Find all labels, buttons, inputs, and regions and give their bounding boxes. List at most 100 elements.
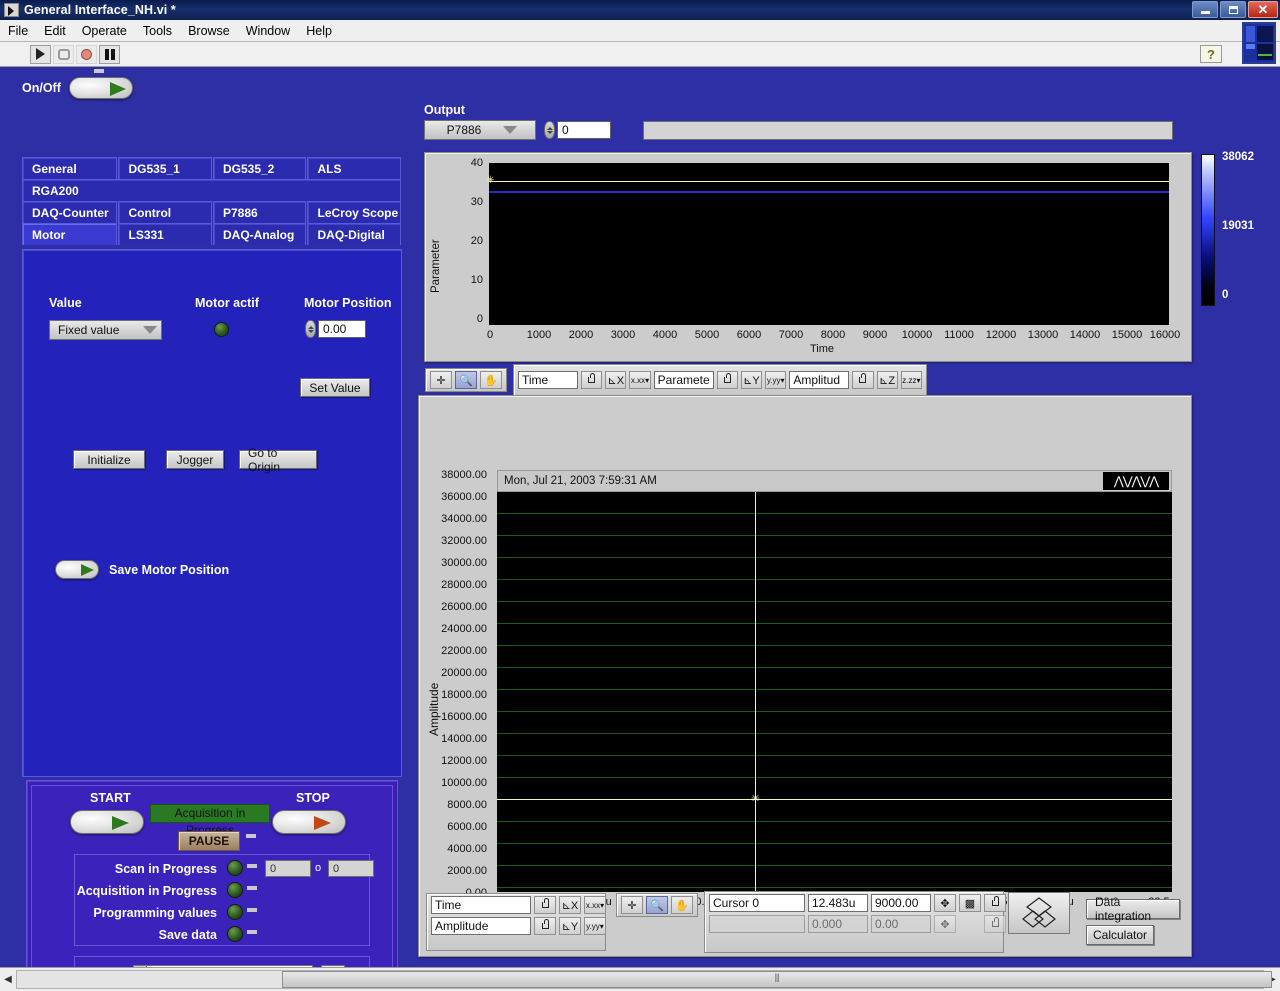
bottom-y-axis-name[interactable]: Amplitude xyxy=(431,917,531,935)
set-value-button[interactable]: Set Value xyxy=(300,378,370,397)
cursor-row-0[interactable]: Cursor 0 12.483u 9000.00 ✥ ▩ xyxy=(709,894,1006,912)
tab-general[interactable]: General xyxy=(22,157,117,179)
top-axis-scale-palette[interactable]: Time ⊾X x.xx▾ Paramete ⊾Y y.yy▾ Amplitud… xyxy=(513,364,927,396)
x-format-icon[interactable]: x.xx▾ xyxy=(629,371,650,389)
stop-button[interactable] xyxy=(272,810,346,834)
cursor-move-icon[interactable]: ✥ xyxy=(934,894,956,912)
menu-help[interactable]: Help xyxy=(306,24,332,38)
tab-p7886[interactable]: P7886 xyxy=(213,201,307,223)
motor-position-stepper[interactable] xyxy=(305,320,316,338)
top-x-axis-name[interactable]: Time xyxy=(518,371,578,389)
tab-dg535-1[interactable]: DG535_1 xyxy=(118,157,212,179)
waveform-icon[interactable]: ⋀⋁⋀⋁⋀ xyxy=(1103,472,1169,490)
scan-count-field-2[interactable]: 0 xyxy=(328,860,374,877)
cursor-0-y[interactable]: 9000.00 xyxy=(871,894,931,912)
bottom-y-format-icon[interactable]: y.yy▾ xyxy=(584,917,606,935)
tab-rga200[interactable]: RGA200 xyxy=(22,179,401,201)
zoom-tool-icon[interactable]: 🔍 xyxy=(455,371,477,389)
plot-legend-bar[interactable]: Mon, Jul 21, 2003 7:59:31 AM ⋀⋁⋀⋁⋀ xyxy=(497,470,1172,492)
intensity-graph-top[interactable]: Parameter 40 30 20 10 0 ✳ 0 1000 2000 30… xyxy=(424,152,1192,362)
pan-hand-tool-icon[interactable]: ✋ xyxy=(480,371,502,389)
front-panel-icon[interactable] xyxy=(1242,22,1276,64)
output-index-control[interactable]: 0 xyxy=(544,121,611,139)
top-plot-area[interactable]: ✳ xyxy=(489,163,1169,325)
scrollbar-thumb[interactable]: ⦀ xyxy=(282,971,1272,988)
menu-window[interactable]: Window xyxy=(246,24,290,38)
z-autoscale-icon[interactable]: ⊾Z xyxy=(877,371,898,389)
value-mode-select[interactable]: Fixed value xyxy=(49,320,162,340)
cursor-1-y[interactable]: 0.00 xyxy=(871,915,931,933)
bottom-x-axis-row[interactable]: Time ⊾X x.xx▾ xyxy=(431,896,606,914)
color-scale-bar[interactable] xyxy=(1201,154,1215,306)
on-off-control[interactable]: On/Off xyxy=(22,77,133,99)
run-continuously-button[interactable] xyxy=(53,45,74,64)
data-integration-button[interactable]: Data integration xyxy=(1086,899,1180,919)
scroll-left-arrow-icon[interactable]: ◀ xyxy=(0,970,16,990)
cursor-marker-icon[interactable]: ✳ xyxy=(750,794,761,805)
tab-daq-counter[interactable]: DAQ-Counter xyxy=(22,201,117,223)
save-motor-position-control[interactable]: Save Motor Position xyxy=(55,560,229,579)
bottom-plot-area[interactable]: ✳ xyxy=(497,492,1172,892)
scrollbar-track[interactable]: ⦀ xyxy=(16,970,1264,989)
on-off-switch[interactable] xyxy=(69,77,133,99)
pause-toggle-button[interactable]: PAUSE xyxy=(178,831,240,851)
tab-als[interactable]: ALS xyxy=(307,157,401,179)
tab-daq-analog[interactable]: DAQ-Analog xyxy=(213,223,307,245)
motor-position-input[interactable]: 0.00 xyxy=(318,320,366,338)
cursor-lock-icon[interactable] xyxy=(984,894,1006,912)
crosshair-tool-icon[interactable]: ✛ xyxy=(430,371,452,389)
initialize-button[interactable]: Initialize xyxy=(73,450,145,469)
tab-control[interactable]: Control xyxy=(118,201,212,223)
top-z-axis-name[interactable]: Amplitud xyxy=(789,371,849,389)
calculator-button[interactable]: Calculator xyxy=(1086,925,1154,945)
bottom-y-lock-icon[interactable] xyxy=(534,917,556,935)
bottom-y-autoscale-icon[interactable]: ⊾Y xyxy=(559,917,581,935)
bottom-x-autoscale-icon[interactable]: ⊾X xyxy=(559,896,581,914)
bottom-x-lock-icon[interactable] xyxy=(534,896,556,914)
cursor-1-x[interactable]: 0.000 xyxy=(808,915,868,933)
jogger-button[interactable]: Jogger xyxy=(166,450,224,469)
pan-hand-tool-icon[interactable]: ✋ xyxy=(671,896,693,914)
abort-button[interactable] xyxy=(76,45,97,64)
z-lock-icon[interactable] xyxy=(852,371,873,389)
cursor-style-icon[interactable]: ▩ xyxy=(959,894,981,912)
tab-daq-digital[interactable]: DAQ-Digital xyxy=(307,223,401,245)
top-y-axis-name[interactable]: Paramete xyxy=(654,371,714,389)
cursor-0-x[interactable]: 12.483u xyxy=(808,894,868,912)
pause-button[interactable] xyxy=(99,45,120,64)
cursor-legend-palette[interactable]: Cursor 0 12.483u 9000.00 ✥ ▩ 0.000 0.00 … xyxy=(704,891,1004,953)
menu-browse[interactable]: Browse xyxy=(188,24,230,38)
x-lock-icon[interactable] xyxy=(581,371,602,389)
y-autoscale-icon[interactable]: ⊾Y xyxy=(741,371,762,389)
bottom-axis-scale-palette[interactable]: Time ⊾X x.xx▾ Amplitude ⊾Y y.yy▾ xyxy=(426,893,606,951)
tab-lecroy-scope[interactable]: LeCroy Scope xyxy=(307,201,401,223)
context-help-icon[interactable]: ? xyxy=(1200,45,1222,63)
cursor-row-1[interactable]: 0.000 0.00 ✥ xyxy=(709,915,1006,933)
zoom-tool-icon[interactable]: 🔍 xyxy=(646,896,668,914)
maximize-button[interactable] xyxy=(1220,1,1246,18)
horizontal-scrollbar[interactable]: ◀ ⦀ ▶ xyxy=(0,967,1280,991)
go-to-origin-button[interactable]: Go to Origin xyxy=(239,450,317,469)
bottom-graph-tools-palette[interactable]: ✛ 🔍 ✋ xyxy=(616,893,698,917)
tab-motor[interactable]: Motor xyxy=(22,223,117,245)
x-autoscale-icon[interactable]: ⊾X xyxy=(605,371,626,389)
y-format-icon[interactable]: y.yy▾ xyxy=(765,371,786,389)
menu-tools[interactable]: Tools xyxy=(143,24,172,38)
minimize-button[interactable] xyxy=(1192,1,1218,18)
menu-edit[interactable]: Edit xyxy=(44,24,66,38)
output-index-input[interactable]: 0 xyxy=(557,121,611,139)
output-device-select[interactable]: P7886 xyxy=(424,120,536,140)
close-button[interactable]: ✕ xyxy=(1248,1,1278,18)
scan-count-field-1[interactable]: 0 xyxy=(265,860,311,877)
z-format-icon[interactable]: z.zz▾ xyxy=(901,371,922,389)
run-button[interactable] xyxy=(30,45,51,64)
tab-ls331[interactable]: LS331 xyxy=(118,223,212,245)
menu-operate[interactable]: Operate xyxy=(82,24,127,38)
crosshair-tool-icon[interactable]: ✛ xyxy=(621,896,643,914)
top-graph-tools-palette[interactable]: ✛ 🔍 ✋ xyxy=(425,368,507,392)
motor-position-control[interactable]: 0.00 xyxy=(305,320,366,338)
tab-dg535-2[interactable]: DG535_2 xyxy=(213,157,307,179)
save-motor-position-switch[interactable] xyxy=(55,560,99,579)
waveform-graph-bottom[interactable]: Amplitude 38000.00 36000.00 34000.00 320… xyxy=(418,395,1192,957)
bottom-x-format-icon[interactable]: x.xx▾ xyxy=(584,896,606,914)
